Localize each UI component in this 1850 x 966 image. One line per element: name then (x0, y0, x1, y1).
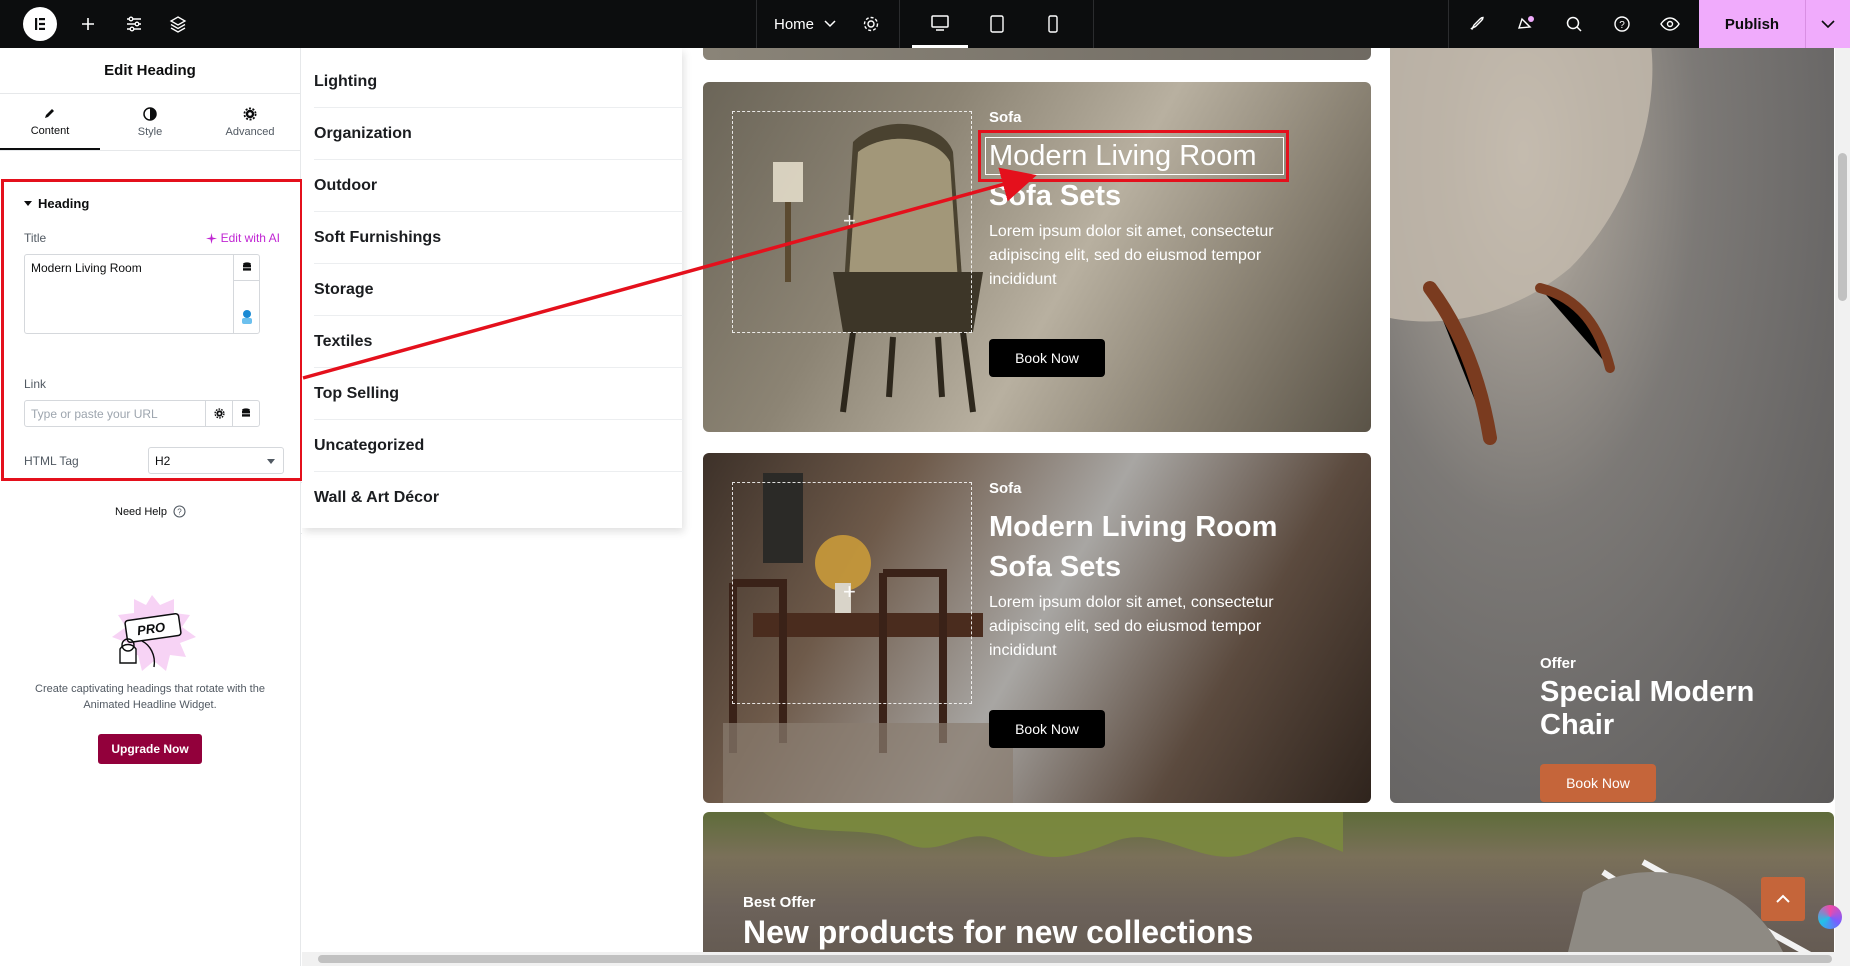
rocket-icon[interactable] (1457, 0, 1497, 48)
chevron-up-icon (1776, 894, 1790, 903)
gear-icon (243, 107, 257, 120)
link-url-input[interactable]: Type or paste your URL (24, 400, 260, 427)
tab-advanced[interactable]: Advanced (200, 94, 300, 150)
publish-button[interactable]: Publish (1699, 0, 1805, 48)
need-help-link[interactable]: Need Help ? (0, 505, 301, 518)
ai-assistant-icon[interactable] (239, 308, 255, 329)
category-item[interactable]: Storage (314, 264, 684, 316)
html-tag-select[interactable]: H2 (148, 447, 284, 474)
elementor-logo-icon[interactable] (23, 7, 57, 41)
add-element-icon[interactable] (68, 0, 108, 48)
page-name: Home (774, 15, 815, 33)
preview-canvas: Lighting Organization Outdoor Soft Furni… (302, 48, 1834, 952)
offer-heading: Special Modern Chair (1540, 676, 1755, 741)
page-settings-icon[interactable] (851, 0, 891, 48)
sparkle-icon (205, 232, 217, 244)
card-description: Lorem ipsum dolor sit amet, consectetur … (989, 223, 1274, 288)
device-mobile-icon[interactable] (1025, 0, 1081, 48)
category-list: Lighting Organization Outdoor Soft Furni… (302, 48, 684, 528)
card-subheading: Sofa Sets (989, 180, 1122, 212)
upgrade-now-button[interactable]: Upgrade Now (98, 734, 202, 764)
chevron-down-icon (267, 459, 275, 464)
scroll-to-top-button[interactable] (1761, 877, 1805, 921)
panel-title: Edit Heading (0, 48, 300, 94)
card-description: Lorem ipsum dolor sit amet, consectetur … (989, 594, 1274, 659)
html-tag-label: HTML Tag (24, 454, 79, 468)
card-kicker: Sofa (989, 109, 1022, 126)
device-tablet-icon[interactable] (969, 0, 1025, 48)
help-icon[interactable]: ? (1602, 0, 1642, 48)
category-item[interactable]: Uncategorized (314, 420, 684, 472)
link-options-gear-icon[interactable] (205, 401, 232, 426)
category-item[interactable]: Top Selling (314, 368, 684, 420)
promo-card-living-room[interactable]: + Sofa Modern Living Room Sofa Sets Lore… (703, 82, 1371, 432)
ai-assistant-bubble-icon[interactable] (1818, 905, 1842, 929)
best-offer-heading: New products for new collections (743, 914, 1254, 950)
chevron-down-icon (824, 20, 836, 28)
svg-text:?: ? (1619, 20, 1625, 31)
book-now-button[interactable]: Book Now (989, 710, 1105, 748)
tab-content[interactable]: Content (0, 94, 100, 150)
dynamic-tags-icon[interactable] (234, 255, 259, 281)
publish-options-button[interactable] (1806, 0, 1850, 48)
chair-closeup-image (1390, 48, 1653, 445)
layers-icon[interactable] (158, 0, 198, 48)
panel-tabs: Content Style Advanced (0, 94, 300, 151)
category-item[interactable]: Wall & Art Décor (314, 472, 684, 524)
heading-section: Heading Title Edit with AI Modern Living… (1, 179, 303, 481)
promo-text: Create captivating headings that rotate … (35, 683, 265, 711)
horizontal-scrollbar[interactable] (302, 952, 1850, 966)
title-textarea[interactable]: Modern Living Room (24, 254, 260, 334)
preview-eye-icon[interactable] (1650, 0, 1690, 48)
editor-topbar: Home ? Publish (0, 0, 1850, 48)
half-circle-icon (143, 106, 157, 121)
tab-style[interactable]: Style (100, 94, 200, 150)
add-widget-icon[interactable]: + (843, 208, 856, 234)
best-offer-kicker: Best Offer (743, 894, 816, 911)
page-select[interactable]: Home (774, 0, 836, 48)
svg-text:?: ? (177, 508, 182, 517)
caret-down-icon (24, 200, 32, 206)
link-label: Link (24, 377, 47, 391)
title-label: Title (24, 231, 47, 245)
section-toggle[interactable]: Heading (24, 196, 89, 211)
category-item[interactable]: Soft Furnishings (314, 212, 684, 264)
offer-card[interactable]: Offer Special Modern Chair Book Now (1390, 48, 1834, 803)
offer-book-now-button[interactable]: Book Now (1540, 764, 1656, 802)
category-item[interactable]: Lighting (314, 56, 684, 108)
editor-panel: Edit Heading Content Style Advanced Head… (0, 48, 303, 966)
best-offer-card[interactable]: Best Offer New products for new collecti… (703, 812, 1834, 952)
search-icon[interactable] (1554, 0, 1594, 48)
category-item[interactable]: Organization (314, 108, 684, 160)
edit-with-ai-link[interactable]: Edit with AI (205, 231, 280, 245)
device-desktop-icon[interactable] (912, 0, 968, 48)
category-item[interactable]: Outdoor (314, 160, 684, 212)
card-kicker: Sofa (989, 480, 1022, 497)
chevron-down-icon (1821, 20, 1835, 28)
pro-promo-illustration: PRO (112, 595, 196, 671)
notifications-icon[interactable] (1506, 0, 1546, 48)
site-settings-icon[interactable] (114, 0, 154, 48)
promo-card-dining[interactable]: + Sofa Modern Living Room Sofa Sets Lore… (703, 453, 1371, 803)
card-subheading: Sofa Sets (989, 551, 1122, 583)
pencil-icon (45, 108, 54, 118)
add-widget-icon[interactable]: + (843, 579, 856, 605)
book-now-button[interactable]: Book Now (989, 339, 1105, 377)
previous-banner-edge (703, 48, 1371, 60)
category-item[interactable]: Textiles (314, 316, 684, 368)
question-circle-icon: ? (173, 505, 186, 518)
vertical-scrollbar[interactable] (1835, 48, 1850, 952)
offer-kicker: Offer (1540, 655, 1576, 672)
link-dynamic-tags-icon[interactable] (232, 401, 259, 426)
